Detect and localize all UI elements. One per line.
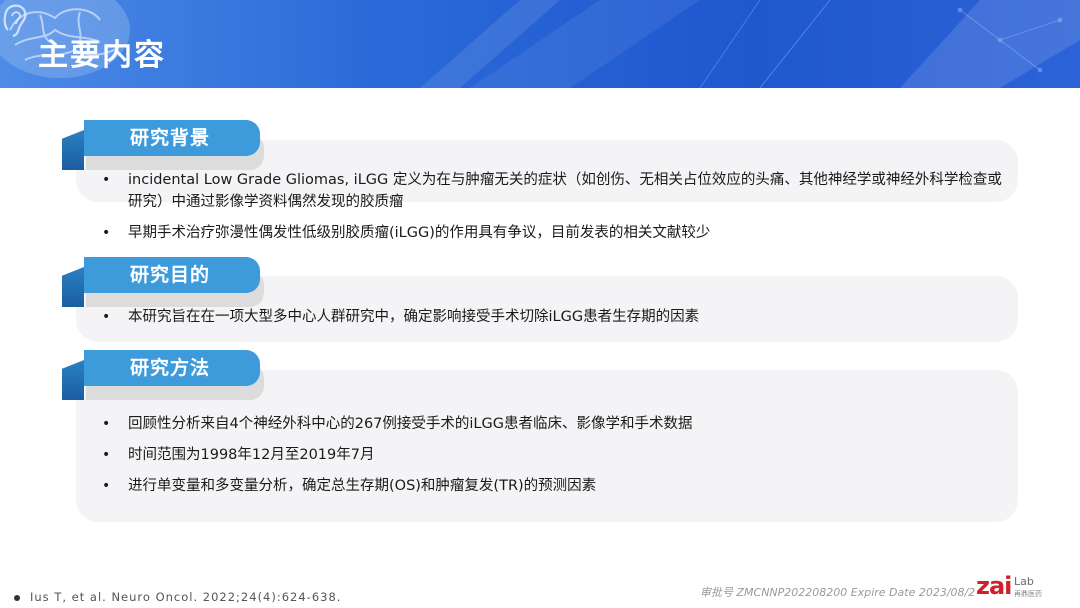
section-method-tab: 研究方法 (62, 350, 302, 402)
section-purpose-list: • 本研究旨在在一项大型多中心人群研究中，确定影响接受手术切除iLGG患者生存期的… (100, 306, 1010, 337)
section-title: 研究方法 (84, 350, 260, 386)
bullet-text: 早期手术治疗弥漫性偶发性低级别胶质瘤(iLGG)的作用具有争议，目前发表的相关文… (128, 225, 711, 241)
bullet-text: 时间范围为1998年12月至2019年7月 (128, 447, 375, 463)
bullet-text: 本研究旨在在一项大型多中心人群研究中，确定影响接受手术切除iLGG患者生存期的因… (128, 309, 700, 325)
reference-text: Ius T, et al. Neuro Oncol. 2022;24(4):62… (30, 590, 342, 604)
section-title: 研究目的 (84, 257, 260, 293)
section-title: 研究背景 (84, 120, 260, 156)
page-title: 主要内容 (38, 38, 166, 73)
list-item: • 进行单变量和多变量分析，确定总生存期(OS)和肿瘤复发(TR)的预测因素 (100, 475, 1010, 497)
bullet-text: 进行单变量和多变量分析，确定总生存期(OS)和肿瘤复发(TR)的预测因素 (128, 478, 597, 494)
section-purpose-tab: 研究目的 (62, 257, 302, 309)
bullet-dot-icon (14, 594, 20, 601)
bullet-dot: • (102, 416, 111, 432)
list-item: • 回顾性分析来自4个神经外科中心的267例接受手术的iLGG患者临床、影像学和手… (100, 413, 1010, 435)
logo-sub: Lab (1014, 575, 1034, 588)
logo-cn: 再鼎医药 (1014, 590, 1042, 598)
header-banner: 主要内容 (0, 0, 1080, 88)
logo-text: zai (976, 572, 1012, 600)
footer-reference: Ius T, et al. Neuro Oncol. 2022;24(4):62… (14, 590, 341, 604)
bullet-dot: • (102, 309, 111, 325)
list-item: • incidental Low Grade Gliomas, iLGG 定义为在… (100, 169, 1010, 213)
tab-fold (62, 360, 84, 400)
tab-fold (62, 130, 84, 170)
list-item: • 早期手术治疗弥漫性偶发性低级别胶质瘤(iLGG)的作用具有争议，目前发表的相关… (100, 222, 1010, 244)
section-method-list: • 回顾性分析来自4个神经外科中心的267例接受手术的iLGG患者临床、影像学和手… (100, 413, 1010, 506)
bullet-dot: • (102, 225, 111, 241)
bullet-text: incidental Low Grade Gliomas, iLGG 定义为在与… (128, 172, 1002, 210)
tab-fold (62, 267, 84, 307)
bullet-dot: • (102, 478, 111, 494)
ear-icon (3, 4, 27, 38)
bullet-dot: • (102, 447, 111, 463)
bullet-dot: • (102, 172, 111, 188)
section-background-tab: 研究背景 (62, 120, 302, 172)
list-item: • 本研究旨在在一项大型多中心人群研究中，确定影响接受手术切除iLGG患者生存期的… (100, 306, 1010, 328)
section-background-list: • incidental Low Grade Gliomas, iLGG 定义为在… (100, 169, 1010, 253)
bullet-text: 回顾性分析来自4个神经外科中心的267例接受手术的iLGG患者临床、影像学和手术… (128, 416, 693, 432)
approval-number: 审批号 ZMCNNP202208200 Expire Date 2023/08/… (700, 586, 976, 599)
list-item: • 时间范围为1998年12月至2019年7月 (100, 444, 1010, 466)
company-logo: zai Lab 再鼎医药 (976, 572, 1042, 600)
